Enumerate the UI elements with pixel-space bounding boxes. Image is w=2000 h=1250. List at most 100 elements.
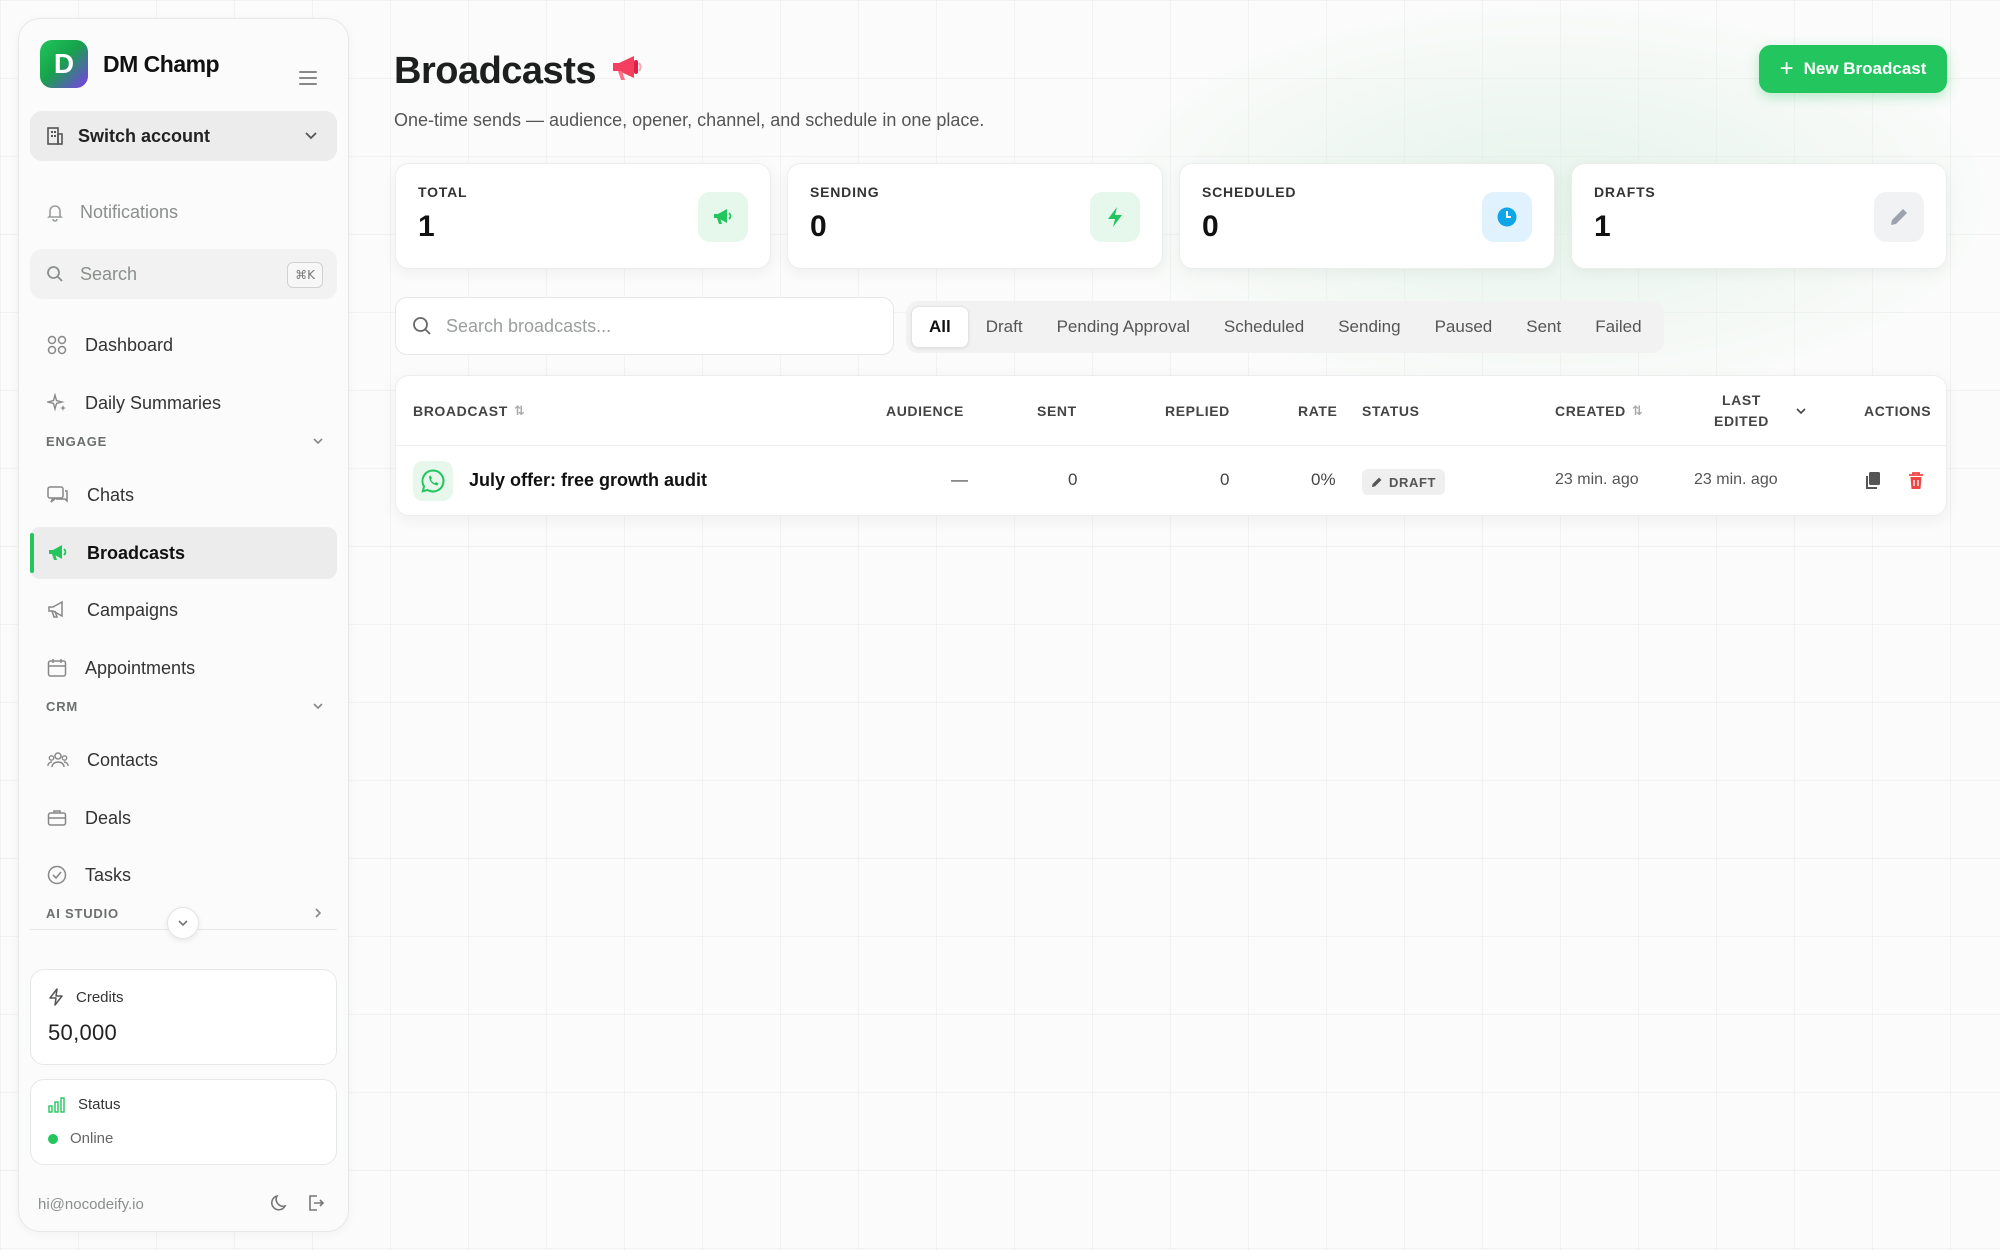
broadcasts-table: BROADCAST ⇅ AUDIENCE SENT REPLIED RATE ST… xyxy=(395,375,1947,516)
sidebar-item-appointments[interactable]: Appointments xyxy=(30,642,337,694)
page-title: Broadcasts xyxy=(394,50,644,93)
credits-card: Credits 50,000 xyxy=(30,969,337,1065)
calendar-icon xyxy=(47,659,67,677)
sidebar-item-daily-summaries[interactable]: Daily Summaries xyxy=(30,377,337,429)
sidebar-item-dashboard[interactable]: Dashboard xyxy=(30,319,337,371)
sidebar-search-label: Search xyxy=(80,263,138,284)
sort-icon: ⇅ xyxy=(513,403,526,418)
sparkles-icon xyxy=(47,393,66,412)
broadcast-name[interactable]: July offer: free growth audit xyxy=(469,470,707,491)
sidebar-item-campaigns[interactable]: Campaigns xyxy=(30,584,337,636)
switch-account-button[interactable]: Switch account xyxy=(30,111,337,161)
stat-card-scheduled: SCHEDULED 0 xyxy=(1179,163,1555,269)
filter-scheduled[interactable]: Scheduled xyxy=(1207,306,1321,348)
column-audience: AUDIENCE xyxy=(886,403,964,419)
cell-sent: 0 xyxy=(1068,470,1078,489)
page-subtitle: One-time sends — audience, opener, chann… xyxy=(394,110,985,130)
column-last-edited[interactable]: LAST EDITED xyxy=(1714,390,1769,432)
cell-replied: 0 xyxy=(1220,470,1230,489)
column-last-edited-label-1: LAST xyxy=(1722,392,1761,408)
brand[interactable]: D DM Champ xyxy=(40,40,220,88)
brand-logo: D xyxy=(40,40,88,88)
table-header: BROADCAST ⇅ AUDIENCE SENT REPLIED RATE ST… xyxy=(396,376,1946,446)
filter-sending[interactable]: Sending xyxy=(1321,306,1417,348)
section-crm[interactable]: CRM xyxy=(46,695,337,717)
filter-pending-approval[interactable]: Pending Approval xyxy=(1040,306,1207,348)
pencil-icon xyxy=(1372,477,1382,487)
sidebar-item-label: Contacts xyxy=(87,749,159,770)
filter-paused[interactable]: Paused xyxy=(1418,306,1510,348)
column-created-label: CREATED xyxy=(1555,403,1626,419)
scroll-down-button[interactable] xyxy=(167,907,199,939)
sidebar-item-deals[interactable]: Deals xyxy=(30,792,337,844)
column-broadcast-label: BROADCAST xyxy=(413,403,508,419)
notifications-button[interactable]: Notifications xyxy=(30,187,337,237)
section-engage[interactable]: ENGAGE xyxy=(46,430,337,452)
credits-value: 50,000 xyxy=(48,1020,118,1045)
user-email: hi@nocodeify.io xyxy=(38,1196,144,1213)
switch-account-label: Switch account xyxy=(78,125,211,146)
moon-icon[interactable] xyxy=(271,1194,289,1212)
whatsapp-icon xyxy=(413,461,453,501)
broadcast-search[interactable] xyxy=(395,297,894,355)
duplicate-icon[interactable] xyxy=(1864,471,1882,491)
chevron-down-icon xyxy=(178,920,188,927)
sidebar-item-label: Broadcasts xyxy=(87,542,186,563)
credits-label: Credits xyxy=(76,988,124,1006)
megaphone-outline-icon xyxy=(48,600,63,618)
status-card: Status Online xyxy=(30,1079,337,1165)
filter-draft[interactable]: Draft xyxy=(969,306,1040,348)
chevron-down-icon[interactable] xyxy=(1794,404,1808,418)
menu-icon[interactable] xyxy=(299,71,317,85)
status-label: Status xyxy=(78,1096,121,1113)
logout-icon[interactable] xyxy=(307,1194,325,1212)
new-broadcast-label: New Broadcast xyxy=(1803,59,1927,78)
filter-all[interactable]: All xyxy=(911,306,969,348)
trash-icon[interactable] xyxy=(1908,471,1924,491)
grid-icon xyxy=(47,335,67,355)
notifications-label: Notifications xyxy=(80,201,179,222)
check-circle-icon xyxy=(47,865,67,885)
column-created[interactable]: CREATED ⇅ xyxy=(1555,403,1643,419)
search-icon xyxy=(47,266,63,282)
stat-value: 0 xyxy=(810,210,827,243)
column-status: STATUS xyxy=(1362,403,1420,419)
sidebar-item-label: Daily Summaries xyxy=(85,392,222,413)
column-broadcast[interactable]: BROADCAST ⇅ xyxy=(413,403,525,419)
broadcast-search-input[interactable] xyxy=(446,315,866,337)
bolt-icon xyxy=(1090,192,1140,242)
sidebar-item-label: Deals xyxy=(85,807,132,828)
sidebar-item-tasks[interactable]: Tasks xyxy=(30,849,337,901)
sidebar-search[interactable]: Search ⌘K xyxy=(30,249,337,299)
search-icon xyxy=(413,317,431,335)
filter-sent[interactable]: Sent xyxy=(1509,306,1578,348)
sidebar-item-label: Chats xyxy=(87,484,135,505)
signal-bars-icon xyxy=(48,1096,65,1113)
chevron-down-icon xyxy=(313,703,323,710)
bolt-icon xyxy=(49,988,63,1006)
stat-label: SENDING xyxy=(810,184,880,200)
stat-value: 0 xyxy=(1202,210,1219,243)
stat-label: TOTAL xyxy=(418,184,468,200)
sidebar-item-contacts[interactable]: Contacts xyxy=(30,734,337,786)
filter-failed[interactable]: Failed xyxy=(1578,306,1658,348)
chevron-down-icon xyxy=(305,132,317,140)
briefcase-icon xyxy=(47,810,67,826)
sidebar-item-broadcasts[interactable]: Broadcasts xyxy=(30,527,337,579)
status-badge-label: DRAFT xyxy=(1389,474,1437,490)
building-icon xyxy=(47,127,63,145)
search-shortcut: ⌘K xyxy=(287,262,323,288)
table-row[interactable]: July offer: free growth audit — 0 0 0% D… xyxy=(396,446,1946,516)
page-title-text: Broadcasts xyxy=(394,50,596,92)
column-replied: REPLIED xyxy=(1165,403,1230,419)
stat-value: 1 xyxy=(418,210,435,243)
column-last-edited-label-2: EDITED xyxy=(1714,413,1769,429)
cell-created: 23 min. ago xyxy=(1555,471,1639,488)
column-actions: ACTIONS xyxy=(1864,403,1932,419)
status-value: Online xyxy=(70,1130,114,1147)
sidebar-item-chats[interactable]: Chats xyxy=(30,469,337,521)
stat-label: DRAFTS xyxy=(1594,184,1656,200)
cell-rate: 0% xyxy=(1311,470,1336,489)
new-broadcast-button[interactable]: + New Broadcast xyxy=(1759,45,1947,93)
cell-audience: — xyxy=(951,470,968,489)
